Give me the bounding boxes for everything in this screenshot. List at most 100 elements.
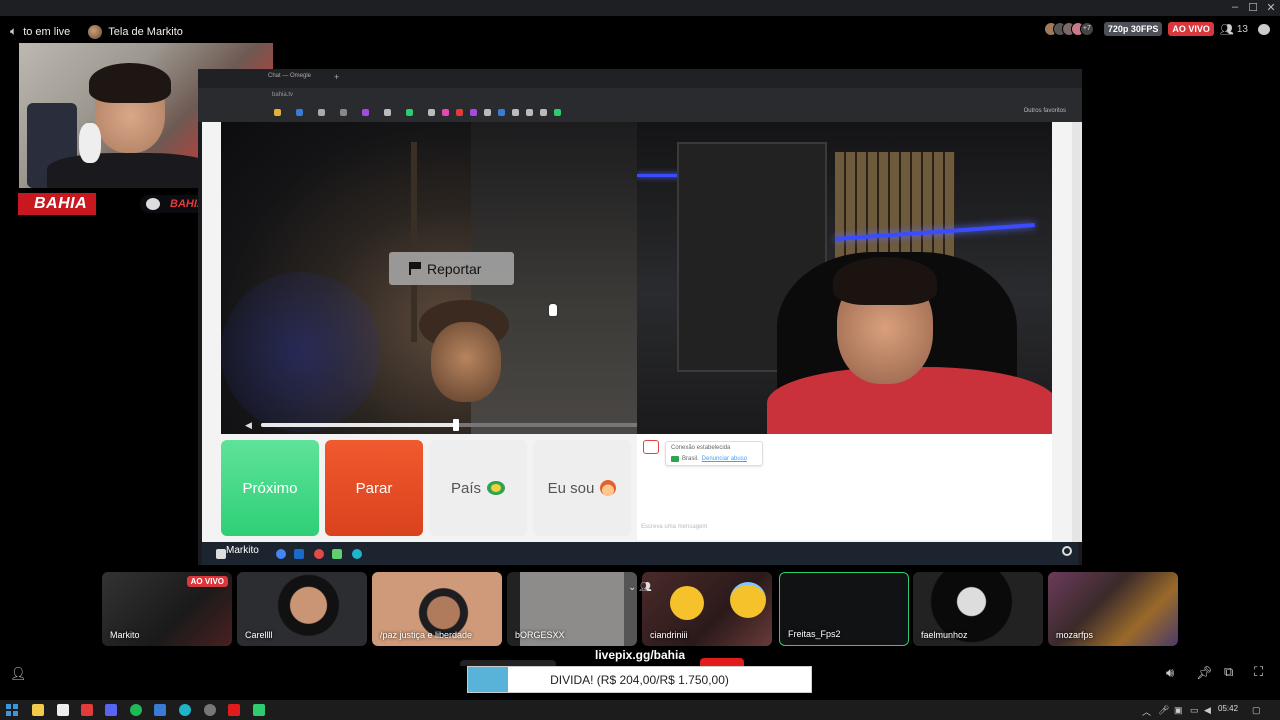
fullscreen-icon[interactable]: ⛶	[1254, 664, 1263, 680]
report-abuse-link[interactable]: Denunciar abuso	[702, 456, 747, 462]
participant-tile[interactable]: bORGESXX	[507, 572, 637, 646]
monitor-icon[interactable]: ▭	[1190, 705, 1199, 716]
clock[interactable]: 05:42	[1218, 704, 1238, 713]
new-tab-icon[interactable]: +	[334, 72, 339, 82]
quality-badge: 720p 30FPS	[1103, 22, 1163, 36]
edge-icon[interactable]	[179, 704, 191, 716]
address-bar[interactable]: bahia.tv	[272, 92, 293, 98]
speaker-icon[interactable]: 🔈︎	[10, 24, 17, 39]
volume-icon[interactable]: 🔊︎	[1166, 665, 1174, 681]
bookmark-icon[interactable]	[442, 109, 449, 116]
participant-tile[interactable]: ciandriniii	[642, 572, 772, 646]
monitor-icon	[216, 549, 226, 559]
bookmark-icon[interactable]	[470, 109, 477, 116]
shared-screen: Chat — Omegle + bahia.tv Outros favorito…	[198, 69, 1082, 565]
hand-cursor-icon	[548, 303, 558, 317]
bookmark-icon[interactable]	[526, 109, 533, 116]
stranger-face	[431, 322, 501, 402]
live-badge: AO VIVO	[186, 576, 228, 587]
participant-tile[interactable]: faelmunhoz	[913, 572, 1043, 646]
bookmark-icon[interactable]	[540, 109, 547, 116]
browser-tab[interactable]: Chat — Omegle	[268, 73, 328, 85]
magnifier-icon[interactable]	[1062, 546, 1072, 556]
report-button[interactable]: Reportar	[389, 252, 514, 285]
popout-icon[interactable]: ⧉	[1224, 664, 1233, 680]
chat-bubble-icon[interactable]	[1258, 23, 1270, 35]
mic-icon[interactable]: 🎤︎	[1158, 705, 1169, 716]
app-icon[interactable]	[154, 704, 166, 716]
flag-icon	[409, 262, 421, 275]
shield-icon[interactable]	[81, 704, 93, 716]
users-icon[interactable]: ⌄ 👥︎	[628, 582, 652, 593]
bookmark-icon[interactable]	[296, 109, 303, 116]
shared-taskbar: Markito	[202, 542, 1078, 565]
webcam-hair	[89, 63, 171, 103]
viewer-count[interactable]: 👥︎ 13	[1220, 23, 1248, 36]
calendar-icon[interactable]	[57, 704, 69, 716]
volume-slider[interactable]	[261, 419, 637, 431]
tongue-emoji-icon	[670, 586, 704, 620]
app-icon[interactable]	[314, 549, 324, 559]
file-explorer-icon[interactable]	[32, 704, 44, 716]
bookmark-icon[interactable]	[384, 109, 391, 116]
stream-info: 🔈︎ to em live Tela de Markito	[10, 24, 183, 39]
viewer-avatars[interactable]: +7	[1043, 22, 1094, 36]
other-bookmarks[interactable]: Outros favoritos	[1024, 108, 1066, 114]
bookmark-icon[interactable]	[512, 109, 519, 116]
bookmark-icon[interactable]	[406, 109, 413, 116]
app-icon[interactable]	[332, 549, 342, 559]
gender-button[interactable]: Eu sou	[533, 440, 631, 536]
bookmark-icon[interactable]	[498, 109, 505, 116]
brazil-flag-icon	[487, 481, 505, 495]
participant-name: mozarfps	[1056, 630, 1094, 640]
self-video	[637, 122, 1052, 434]
next-button[interactable]: Próximo	[221, 440, 319, 536]
windows-taskbar: ︿ 🎤︎ ▣ ▭ ◀︎ 05:42 ▢	[0, 700, 1280, 720]
spotify-icon[interactable]	[130, 704, 142, 716]
stop-label: Parar	[355, 479, 393, 497]
donation-goal-text: DIVIDA! (R$ 204,00/R$ 1.750,00)	[550, 673, 729, 687]
participant-tile[interactable]: Freitas_Fps2	[779, 572, 909, 646]
steam-icon[interactable]	[294, 549, 304, 559]
bookmark-icon[interactable]	[274, 109, 281, 116]
participant-name: /paz justiça e liberdade	[380, 630, 473, 640]
participant-tile[interactable]: Carellll	[237, 572, 367, 646]
edge-icon[interactable]	[352, 549, 362, 559]
speaker-icon[interactable]: ◀︎	[1204, 705, 1211, 716]
bookmark-icon[interactable]	[456, 109, 463, 116]
pin-icon[interactable]: 📌︎	[1196, 665, 1213, 681]
volume-knob[interactable]	[453, 419, 459, 431]
terminal-icon[interactable]	[253, 704, 265, 716]
browser-toolbar: bahia.tv	[198, 88, 1082, 103]
discord-icon[interactable]	[105, 704, 117, 716]
participant-tile[interactable]: mozarfps	[1048, 572, 1178, 646]
shared-user-label: Markito	[226, 545, 259, 556]
notifications-icon[interactable]: ▢	[1252, 705, 1261, 716]
streamer-avatar	[88, 24, 103, 39]
network-icon[interactable]: ▣	[1174, 705, 1183, 716]
chrome-icon[interactable]	[276, 549, 286, 559]
bookmark-icon[interactable]	[340, 109, 347, 116]
bookmark-icon[interactable]	[428, 109, 435, 116]
self-hair	[833, 257, 937, 305]
participant-name: ciandriniii	[650, 630, 688, 640]
report-label: Reportar	[427, 260, 482, 277]
add-user-icon[interactable]: 👤︎	[10, 666, 27, 682]
bookmark-icon[interactable]	[554, 109, 561, 116]
participant-tile[interactable]: /paz justiça e liberdade	[372, 572, 502, 646]
participant-tile[interactable]: AO VIVO Markito	[102, 572, 232, 646]
bookmark-icon[interactable]	[362, 109, 369, 116]
windows-start-icon[interactable]	[6, 704, 18, 716]
stop-button[interactable]: Parar	[325, 440, 423, 536]
obs-icon[interactable]	[204, 704, 216, 716]
country-filter-button[interactable]: País	[429, 440, 527, 536]
youtube-icon[interactable]	[228, 704, 240, 716]
volume-icon[interactable]: ◀︎	[245, 420, 257, 430]
page-scrollbar[interactable]	[1072, 122, 1082, 542]
bookmark-icon[interactable]	[318, 109, 325, 116]
bookmark-icon[interactable]	[484, 109, 491, 116]
close-button[interactable]: ✕	[1260, 1, 1280, 14]
chat-message-input[interactable]: Escreva uma mensagem	[641, 524, 707, 530]
stream-status: +7 720p 30FPS AO VIVO 👥︎ 13	[1043, 22, 1270, 36]
tray-chevron-icon[interactable]: ︿	[1142, 705, 1151, 718]
